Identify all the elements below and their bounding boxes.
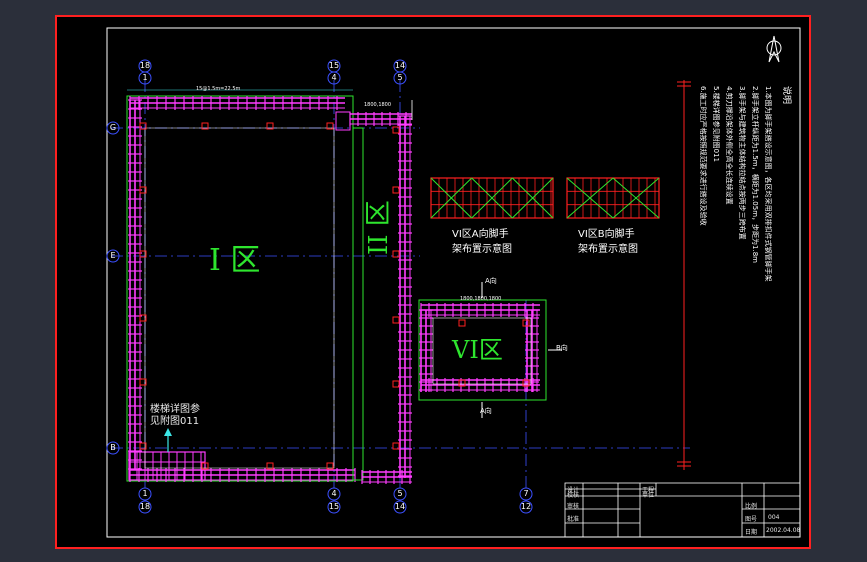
note-line: 6.施工时应严格按照规范要求进行搭设及验收 <box>699 86 707 226</box>
tb-drawing-no: 004 <box>768 514 780 521</box>
detail-a-caption-2: 架布置示意图 <box>452 244 512 255</box>
zone-1-label: I 区 <box>209 243 261 278</box>
detail-a-caption-1: VI区A向脚手 <box>452 229 509 240</box>
tb-date: 2002.04.08 <box>766 527 801 534</box>
axis-bubble-label: G <box>109 123 117 132</box>
axis-bubble-label: 12 <box>520 502 532 511</box>
zone-6-label: VI区 <box>452 336 503 364</box>
axis-bubble-label: 18 <box>139 61 151 70</box>
note-line: 3.脚手架与建筑物主体结构拉结点按两步三跨布置 <box>738 86 746 240</box>
axis-bubble-label: 7 <box>523 489 529 498</box>
tb-scale-label: 比例 <box>745 503 758 510</box>
dimension-top: 15@1.5m=22.5m <box>196 86 241 92</box>
note-line: 1.本图为脚手架搭设示意图，各区均采用双排扣件式钢管脚手架 <box>764 86 772 282</box>
notes-title: 说明 <box>781 86 791 105</box>
axis-bubble-label: 18 <box>139 502 151 511</box>
axis-bubble-label: B <box>110 443 116 452</box>
axis-bubble-label: 1 <box>142 73 148 82</box>
tb-check: 校核 <box>567 492 580 499</box>
axis-bubble-label: 15 <box>328 61 340 70</box>
tb-approve2: 批准 <box>567 516 580 523</box>
stair-note-line1: 楼梯详图参 <box>150 404 200 415</box>
note-line: 2.脚手架立杆纵距为1.5m，横距为1.05m，步距为1.8m <box>751 86 759 263</box>
detail-b-caption-2: 架布置示意图 <box>578 244 638 255</box>
direction-a-bottom: A向 <box>480 407 492 415</box>
direction-a-top: A向 <box>485 277 497 285</box>
note-line: 5.楼梯详图参见附图011 <box>712 86 720 163</box>
direction-b: B向 <box>556 344 568 352</box>
notes-block: 说明 1.本图为脚手架搭设示意图，各区均采用双排扣件式钢管脚手架 2.脚手架立杆纵… <box>699 86 791 466</box>
axis-bubble-label: 1 <box>142 489 148 498</box>
note-line: 4.剪刀撑沿架体外侧全高全长连续设置 <box>725 86 733 205</box>
detail-b-caption-1: VI区B向脚手 <box>578 229 635 240</box>
axis-bubble-label: 14 <box>394 61 406 70</box>
dimension-zone6: 1800,1800,1800 <box>460 296 502 302</box>
stair-note-line2: 见附图011 <box>150 416 200 427</box>
dimension-top-2: 1800,1800 <box>364 102 392 108</box>
axis-bubble-label: 5 <box>397 489 403 498</box>
axis-bubble-label: 5 <box>397 73 403 82</box>
axis-bubble-label: 4 <box>331 489 337 498</box>
tb-approve: 审核 <box>567 503 580 510</box>
axis-bubble-label: 4 <box>331 73 337 82</box>
tb-date-label: 日期 <box>745 529 758 536</box>
tb-drawing-no-label: 图号 <box>745 516 758 523</box>
axis-bubble-label: 14 <box>394 502 406 511</box>
axis-bubble-label: E <box>110 251 116 260</box>
tb-unit: 单位 <box>642 492 655 499</box>
axis-bubble-label: 15 <box>328 502 340 511</box>
zone-2-label: II 区 <box>364 200 394 255</box>
